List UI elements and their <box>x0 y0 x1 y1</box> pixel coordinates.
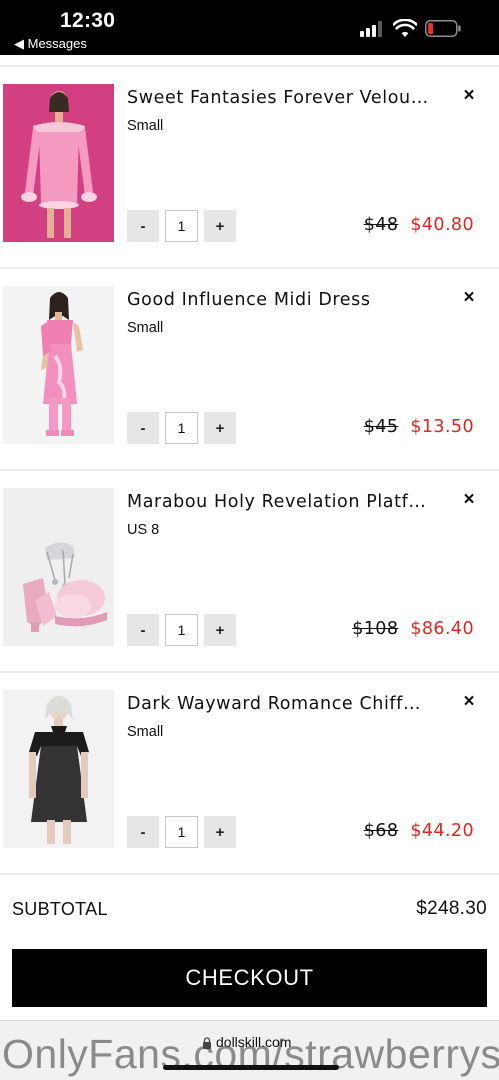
remove-item-icon[interactable]: × <box>457 286 481 310</box>
decrement-button[interactable]: - <box>127 210 159 242</box>
sale-price: $44.20 <box>410 821 474 841</box>
product-image[interactable] <box>3 690 114 848</box>
clock: 12:30 <box>60 9 116 32</box>
original-price: $68 <box>363 821 399 841</box>
browser-url-bar[interactable]: dollskill.com <box>0 1020 499 1080</box>
remove-item-icon[interactable]: × <box>457 84 481 108</box>
decrement-button[interactable]: - <box>127 614 159 646</box>
product-image[interactable] <box>3 488 114 646</box>
cart-item: Good Influence Midi Dress Small × - 1 + … <box>0 269 499 471</box>
product-name[interactable]: Marabou Holy Revelation Platf… <box>127 492 439 512</box>
cart-item: Dark Wayward Romance Chiff… Small × - 1 … <box>0 673 499 875</box>
cart-item: Sweet Fantasies Forever Velou… Small × -… <box>0 67 499 269</box>
remove-item-icon[interactable]: × <box>457 690 481 714</box>
product-size: Small <box>127 724 164 740</box>
checkout-button[interactable]: CHECKOUT <box>12 949 487 1007</box>
status-bar: 12:30 ◀ Messages <box>0 0 499 55</box>
wifi-icon <box>393 19 417 37</box>
increment-button[interactable]: + <box>204 816 236 848</box>
original-price: $48 <box>363 215 399 235</box>
price-group: $45 $13.50 <box>364 417 474 437</box>
product-size: Small <box>127 320 164 336</box>
increment-button[interactable]: + <box>204 210 236 242</box>
subtotal-label: SUBTOTAL <box>12 899 108 919</box>
decrement-button[interactable]: - <box>127 816 159 848</box>
home-indicator[interactable] <box>163 1065 339 1070</box>
quantity-stepper: - 1 + <box>127 614 236 646</box>
price-group: $68 $44.20 <box>364 821 474 841</box>
sale-price: $40.80 <box>410 215 474 235</box>
cart-item: Marabou Holy Revelation Platf… US 8 × - … <box>0 471 499 673</box>
decrement-button[interactable]: - <box>127 412 159 444</box>
quantity-input[interactable]: 1 <box>165 816 198 848</box>
cellular-signal-icon <box>360 21 384 37</box>
product-size: Small <box>127 118 164 134</box>
subtotal-row: SUBTOTAL $248.30 <box>0 872 499 942</box>
price-group: $108 $86.40 <box>352 619 474 639</box>
original-price: $45 <box>363 417 399 437</box>
product-image[interactable] <box>3 84 114 242</box>
quantity-stepper: - 1 + <box>127 210 236 242</box>
product-name[interactable]: Good Influence Midi Dress <box>127 290 439 310</box>
sale-price: $13.50 <box>410 417 474 437</box>
product-name[interactable]: Dark Wayward Romance Chiff… <box>127 694 439 714</box>
increment-button[interactable]: + <box>204 412 236 444</box>
battery-low-icon <box>425 20 461 37</box>
quantity-input[interactable]: 1 <box>165 614 198 646</box>
increment-button[interactable]: + <box>204 614 236 646</box>
price-group: $48 $40.80 <box>364 215 474 235</box>
quantity-input[interactable]: 1 <box>165 210 198 242</box>
quantity-stepper: - 1 + <box>127 412 236 444</box>
remove-item-icon[interactable]: × <box>457 488 481 512</box>
quantity-input[interactable]: 1 <box>165 412 198 444</box>
cart-list: Sweet Fantasies Forever Velou… Small × -… <box>0 55 499 875</box>
divider <box>0 55 499 67</box>
subtotal-value: $248.30 <box>416 898 487 919</box>
back-to-messages-link[interactable]: ◀ Messages <box>14 36 87 52</box>
sale-price: $86.40 <box>410 619 474 639</box>
original-price: $108 <box>352 619 399 639</box>
product-image[interactable] <box>3 286 114 444</box>
product-name[interactable]: Sweet Fantasies Forever Velou… <box>127 88 439 108</box>
product-size: US 8 <box>127 522 160 538</box>
lock-icon <box>203 1037 211 1049</box>
url-domain[interactable]: dollskill.com <box>216 1034 291 1050</box>
quantity-stepper: - 1 + <box>127 816 236 848</box>
